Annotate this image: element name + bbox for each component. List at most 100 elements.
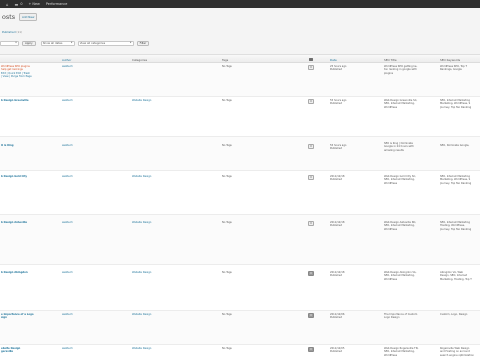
post-title-link[interactable]: b Design Asheville <box>1 221 27 224</box>
seo-keywords: SEO, Internet Marketing Marketing, WordP… <box>440 99 472 109</box>
post-date: 55 hours ago Published <box>330 144 347 151</box>
adminbar-home[interactable]: ⌂ <box>6 2 9 7</box>
chevron-down-icon: ▼ <box>15 42 17 45</box>
table-row: b Design Asheville webtech Website Desig… <box>0 215 480 265</box>
tags-value: No Tags <box>222 313 232 316</box>
post-date: 2011/12/18 Published <box>330 175 345 182</box>
filter-button[interactable]: Filter <box>136 41 150 46</box>
post-title-cell: ebsite Design gersville <box>1 347 20 354</box>
column-categories: Categories <box>132 57 148 62</box>
post-date: 2011/12/05 Published <box>330 347 345 354</box>
post-date: 25 hours ago Published <box>330 65 347 72</box>
bulk-actions-select[interactable]: ▼ <box>0 41 19 46</box>
categories-select[interactable]: View all categories ▼ <box>77 41 134 46</box>
author-link[interactable]: webtech <box>62 313 73 316</box>
chevron-down-icon: ▼ <box>70 42 73 45</box>
post-title-link[interactable]: b Design Gold City <box>1 175 27 178</box>
comment-count-bubble[interactable]: 0 <box>308 347 314 352</box>
seo-keywords: SEO, Dominate Google, <box>440 144 470 147</box>
seo-description: The Importance of Custom Logo Design <box>384 313 418 320</box>
column-seo-title: SEO Title <box>384 57 397 62</box>
post-title-link[interactable]: O is King <box>1 144 14 147</box>
comment-count-bubble[interactable]: 0 <box>308 144 314 149</box>
tablenav-filters: ▼ Apply Show all dates ▼ View all categor… <box>0 41 150 46</box>
adminbar-performance[interactable]: Performance <box>46 2 68 6</box>
tags-value: No Tags <box>222 271 232 274</box>
add-new-button[interactable]: Add New <box>18 13 38 21</box>
table-header: Author Categories Tags Date SEO Title SE… <box>0 55 480 63</box>
tags-value: No Tags <box>222 144 232 147</box>
category-link[interactable]: Website Design <box>132 175 151 178</box>
table-row: e Importance of a Logo sign webtech Webs… <box>0 311 480 345</box>
page-title: osts <box>2 13 15 21</box>
author-link[interactable]: webtech <box>62 144 73 147</box>
post-date: 55 hours ago Published <box>330 99 347 106</box>
author-link[interactable]: webtech <box>62 221 73 224</box>
seo-description: Web Design Abingdon VA, SEO, Internet Ma… <box>384 271 417 281</box>
tags-value: No Tags <box>222 99 232 102</box>
comment-icon: ▬ <box>14 1 19 7</box>
home-icon: ⌂ <box>6 1 9 7</box>
seo-keywords: SEO, Internet Marketing Marketing, WordP… <box>440 175 472 185</box>
seo-description: SEO is King | Dominate Google in 24 hour… <box>384 142 414 152</box>
post-title-link[interactable]: b Design Greenville <box>1 99 29 102</box>
apply-button[interactable]: Apply <box>22 41 36 46</box>
seo-keywords: Rogersville Web Design and Hosting on ac… <box>440 347 474 357</box>
table-row: b Design Gold City webtech Website Desig… <box>0 171 480 215</box>
post-title-link[interactable]: b Design Abingdon <box>1 271 28 274</box>
comment-count-bubble[interactable]: 0 <box>308 313 314 318</box>
post-title-cell: WordPress SEO plugins help get rankings … <box>1 65 57 79</box>
seo-keywords: SEO, Internet Marketing Hosting, WordPre… <box>440 221 472 231</box>
author-link[interactable]: webtech <box>62 175 73 178</box>
table-row: b Design Greenville webtech Website Desi… <box>0 97 480 137</box>
column-date[interactable]: Date <box>330 58 337 62</box>
comments-column-icon[interactable] <box>309 57 313 61</box>
author-link[interactable]: webtech <box>62 271 73 274</box>
seo-keywords: Custom, Logo, Design <box>440 313 468 316</box>
dates-select[interactable]: Show all dates ▼ <box>40 41 75 46</box>
table-row: WordPress SEO plugins help get rankings … <box>0 63 480 97</box>
comment-count-bubble[interactable]: 0 <box>308 175 314 180</box>
post-date: 2011/12/06 Published <box>330 313 345 320</box>
row-actions-extra[interactable]: | View | Purge from Page <box>1 75 57 78</box>
author-link[interactable]: webtech <box>62 99 73 102</box>
tags-value: No Tags <box>222 175 232 178</box>
post-title-link-cont[interactable]: gersville <box>1 350 20 353</box>
status-published-count: (11) <box>16 30 23 34</box>
tags-value: No Tags <box>222 65 232 68</box>
comment-count-bubble[interactable]: 0 <box>308 99 314 104</box>
category-link[interactable]: Website Design <box>132 99 151 102</box>
column-seo-keywords: SEO Keywords <box>440 57 461 62</box>
category-link[interactable]: Website Design <box>132 313 151 316</box>
post-title-cell: e Importance of a Logo sign <box>1 313 34 320</box>
author-link[interactable]: webtech <box>62 347 73 350</box>
comment-count-bubble[interactable]: 0 <box>308 65 314 70</box>
status-published-link[interactable]: Published <box>2 30 15 34</box>
post-date: 2011/12/18 Published <box>330 271 345 278</box>
category-link[interactable]: Website Design <box>132 221 151 224</box>
table-row: O is King webtech No Tags 0 55 hours ago… <box>0 137 480 171</box>
seo-description: Web Design Gold City SC, SEO, Internet M… <box>384 175 417 185</box>
comment-count-bubble[interactable]: 0 <box>308 221 314 226</box>
column-author[interactable]: Author <box>62 58 71 62</box>
column-tags: Tags <box>222 57 229 62</box>
comment-count-bubble[interactable]: 0 <box>308 271 314 276</box>
category-link[interactable]: Website Design <box>132 271 151 274</box>
admin-bar: ⌂ ▬ 0 + New Performance <box>0 0 480 8</box>
seo-description: WordPress SEO getting ke- ton ranking in… <box>384 65 418 75</box>
seo-description: Web Design Rogersville TN, SEO, Internet… <box>384 347 419 357</box>
adminbar-new[interactable]: + New <box>29 2 40 6</box>
tags-value: No Tags <box>222 347 232 350</box>
adminbar-comments[interactable]: ▬ 0 <box>15 2 23 7</box>
table-row: b Design Abingdon webtech Website Design… <box>0 265 480 311</box>
post-title-link-cont[interactable]: sign <box>1 316 34 319</box>
status-filter-links: Published (11) <box>2 30 22 34</box>
posts-table: Author Categories Tags Date SEO Title SE… <box>0 54 480 360</box>
author-link[interactable]: webtech <box>62 65 73 68</box>
category-link[interactable]: Website Design <box>132 347 151 350</box>
table-row: ebsite Design gersville webtech Website … <box>0 345 480 360</box>
seo-keywords: Abingdon VA, Web Design, SEO, Internet M… <box>440 271 472 281</box>
seo-keywords: WordPress SEO, Top T Rankings, Google <box>440 65 468 72</box>
seo-description: Web Design Greenville SC, SEO, Internet … <box>384 99 418 109</box>
tags-value: No Tags <box>222 221 232 224</box>
